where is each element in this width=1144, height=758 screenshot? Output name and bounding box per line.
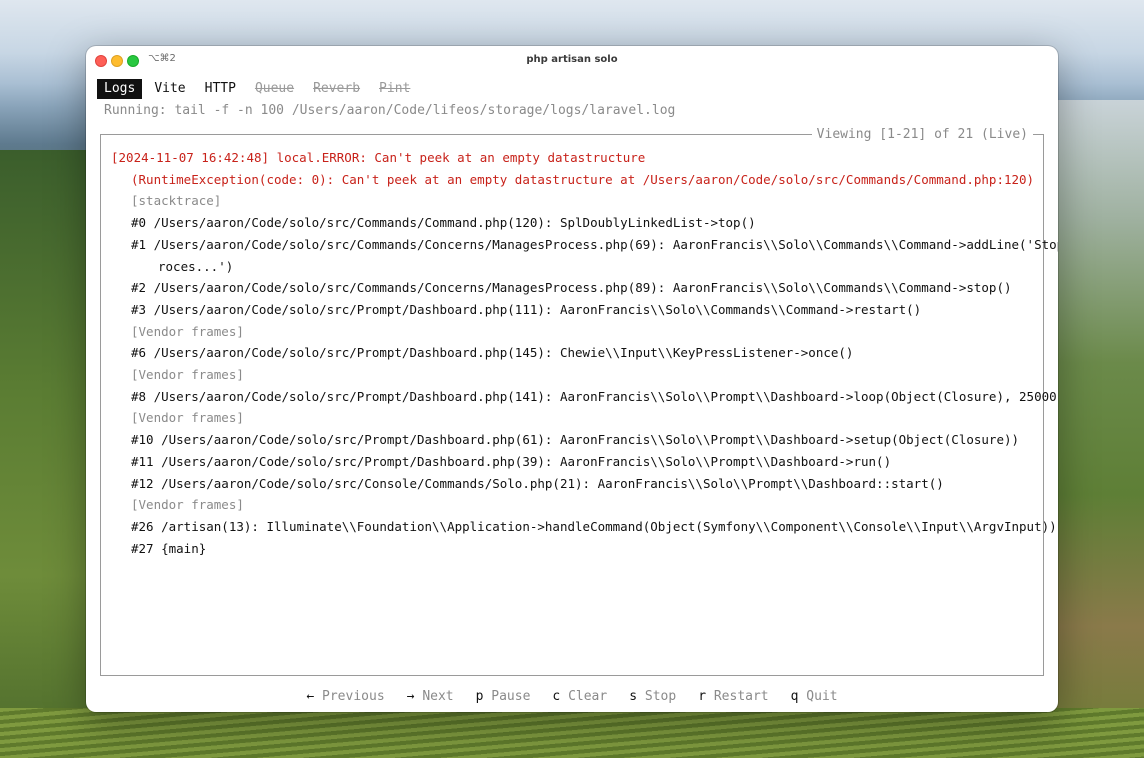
log-line: (RuntimeException(code: 0): Can't peek a…	[131, 171, 1035, 187]
tab-0[interactable]: Logs	[97, 79, 143, 99]
pause-label: Pause	[491, 689, 531, 704]
log-line: #3 /Users/aaron/Code/solo/src/Prompt/Das…	[131, 301, 922, 317]
log-line: #6 /Users/aaron/Code/solo/src/Prompt/Das…	[131, 345, 854, 361]
stop-key: s	[629, 689, 638, 704]
log-line: [stacktrace]	[131, 193, 222, 209]
log-line: #8 /Users/aaron/Code/solo/src/Prompt/Das…	[131, 388, 1058, 404]
log-output-panel[interactable]: Viewing [1-21] of 21 (Live) [2024-11-07 …	[100, 126, 1058, 676]
restart-hotkey[interactable]: r Restart	[698, 689, 768, 704]
next-hotkey[interactable]: → Next	[407, 689, 454, 704]
previous-label: Previous	[322, 689, 385, 704]
log-line: #1 /Users/aaron/Code/solo/src/Commands/C…	[131, 236, 1058, 252]
log-line: roces...')	[158, 258, 234, 274]
log-line: #10 /Users/aaron/Code/solo/src/Prompt/Da…	[131, 432, 1020, 448]
tab-3[interactable]: Queue	[248, 79, 301, 99]
log-line: [Vendor frames]	[131, 497, 244, 513]
hotkey-bar: ← Previous → Next p Pause c Clear s Stop r Re…	[86, 689, 1058, 704]
stop-hotkey[interactable]: s Stop	[629, 689, 676, 704]
pause-hotkey[interactable]: p Pause	[476, 689, 531, 704]
log-line: #26 /artisan(13): Illuminate\\Foundation…	[131, 518, 1057, 534]
clear-hotkey[interactable]: c Clear	[552, 689, 607, 704]
restart-label: Restart	[713, 689, 769, 704]
log-line: [Vendor frames]	[131, 323, 244, 339]
next-key: →	[406, 689, 415, 704]
viewing-status: Viewing [1-21] of 21 (Live)	[811, 126, 1033, 143]
quit-key: q	[790, 689, 799, 704]
tab-4[interactable]: Reverb	[306, 79, 367, 99]
log-line: #0 /Users/aaron/Code/solo/src/Commands/C…	[131, 215, 756, 231]
log-line: [Vendor frames]	[131, 367, 244, 383]
quit-hotkey[interactable]: q Quit	[791, 689, 838, 704]
clear-key: c	[552, 689, 561, 704]
running-command: Running: tail -f -n 100 /Users/aaron/Cod…	[104, 103, 676, 118]
log-line: #12 /Users/aaron/Code/solo/src/Console/C…	[131, 475, 944, 491]
process-tabs: Logs Vite HTTP Queue Reverb Pint	[97, 79, 422, 99]
log-line: [2024-11-07 16:42:48] local.ERROR: Can't…	[111, 150, 646, 165]
restart-key: r	[698, 689, 707, 704]
tab-2[interactable]: HTTP	[198, 79, 243, 99]
tab-1[interactable]: Vite	[147, 79, 192, 99]
title-bar: ⌥⌘2 php artisan solo	[86, 46, 1058, 74]
wallpaper-bottom	[0, 708, 1144, 758]
pause-key: p	[475, 689, 484, 704]
previous-hotkey[interactable]: ← Previous	[306, 689, 384, 704]
log-line: #11 /Users/aaron/Code/solo/src/Prompt/Da…	[131, 453, 892, 469]
tab-5[interactable]: Pint	[372, 79, 417, 99]
clear-label: Clear	[568, 689, 608, 704]
next-label: Next	[422, 689, 454, 704]
log-line: [Vendor frames]	[131, 410, 244, 426]
stop-label: Stop	[644, 689, 677, 704]
terminal-window: ⌥⌘2 php artisan solo Logs Vite HTTP Queu…	[86, 46, 1058, 712]
quit-label: Quit	[806, 689, 838, 704]
log-line: #27 {main}	[131, 540, 207, 556]
previous-key: ←	[306, 689, 315, 704]
log-lines: [2024-11-07 16:42:48] local.ERROR: Can't…	[111, 147, 1058, 559]
window-title: php artisan solo	[526, 54, 618, 65]
log-line: #2 /Users/aaron/Code/solo/src/Commands/C…	[131, 280, 1012, 296]
